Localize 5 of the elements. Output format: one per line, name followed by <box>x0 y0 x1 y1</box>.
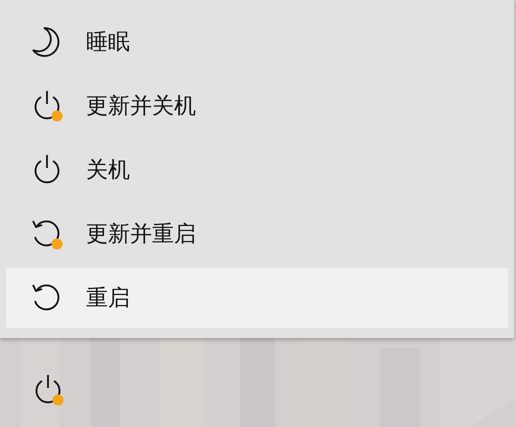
menu-item[interactable]: 重启 <box>6 268 508 328</box>
menu-item[interactable]: 更新并重启 <box>6 202 508 266</box>
menu-item[interactable]: 更新并关机 <box>6 74 508 138</box>
menu-item[interactable]: 睡眠 <box>6 10 508 74</box>
menu-item[interactable]: 关机 <box>6 138 508 202</box>
